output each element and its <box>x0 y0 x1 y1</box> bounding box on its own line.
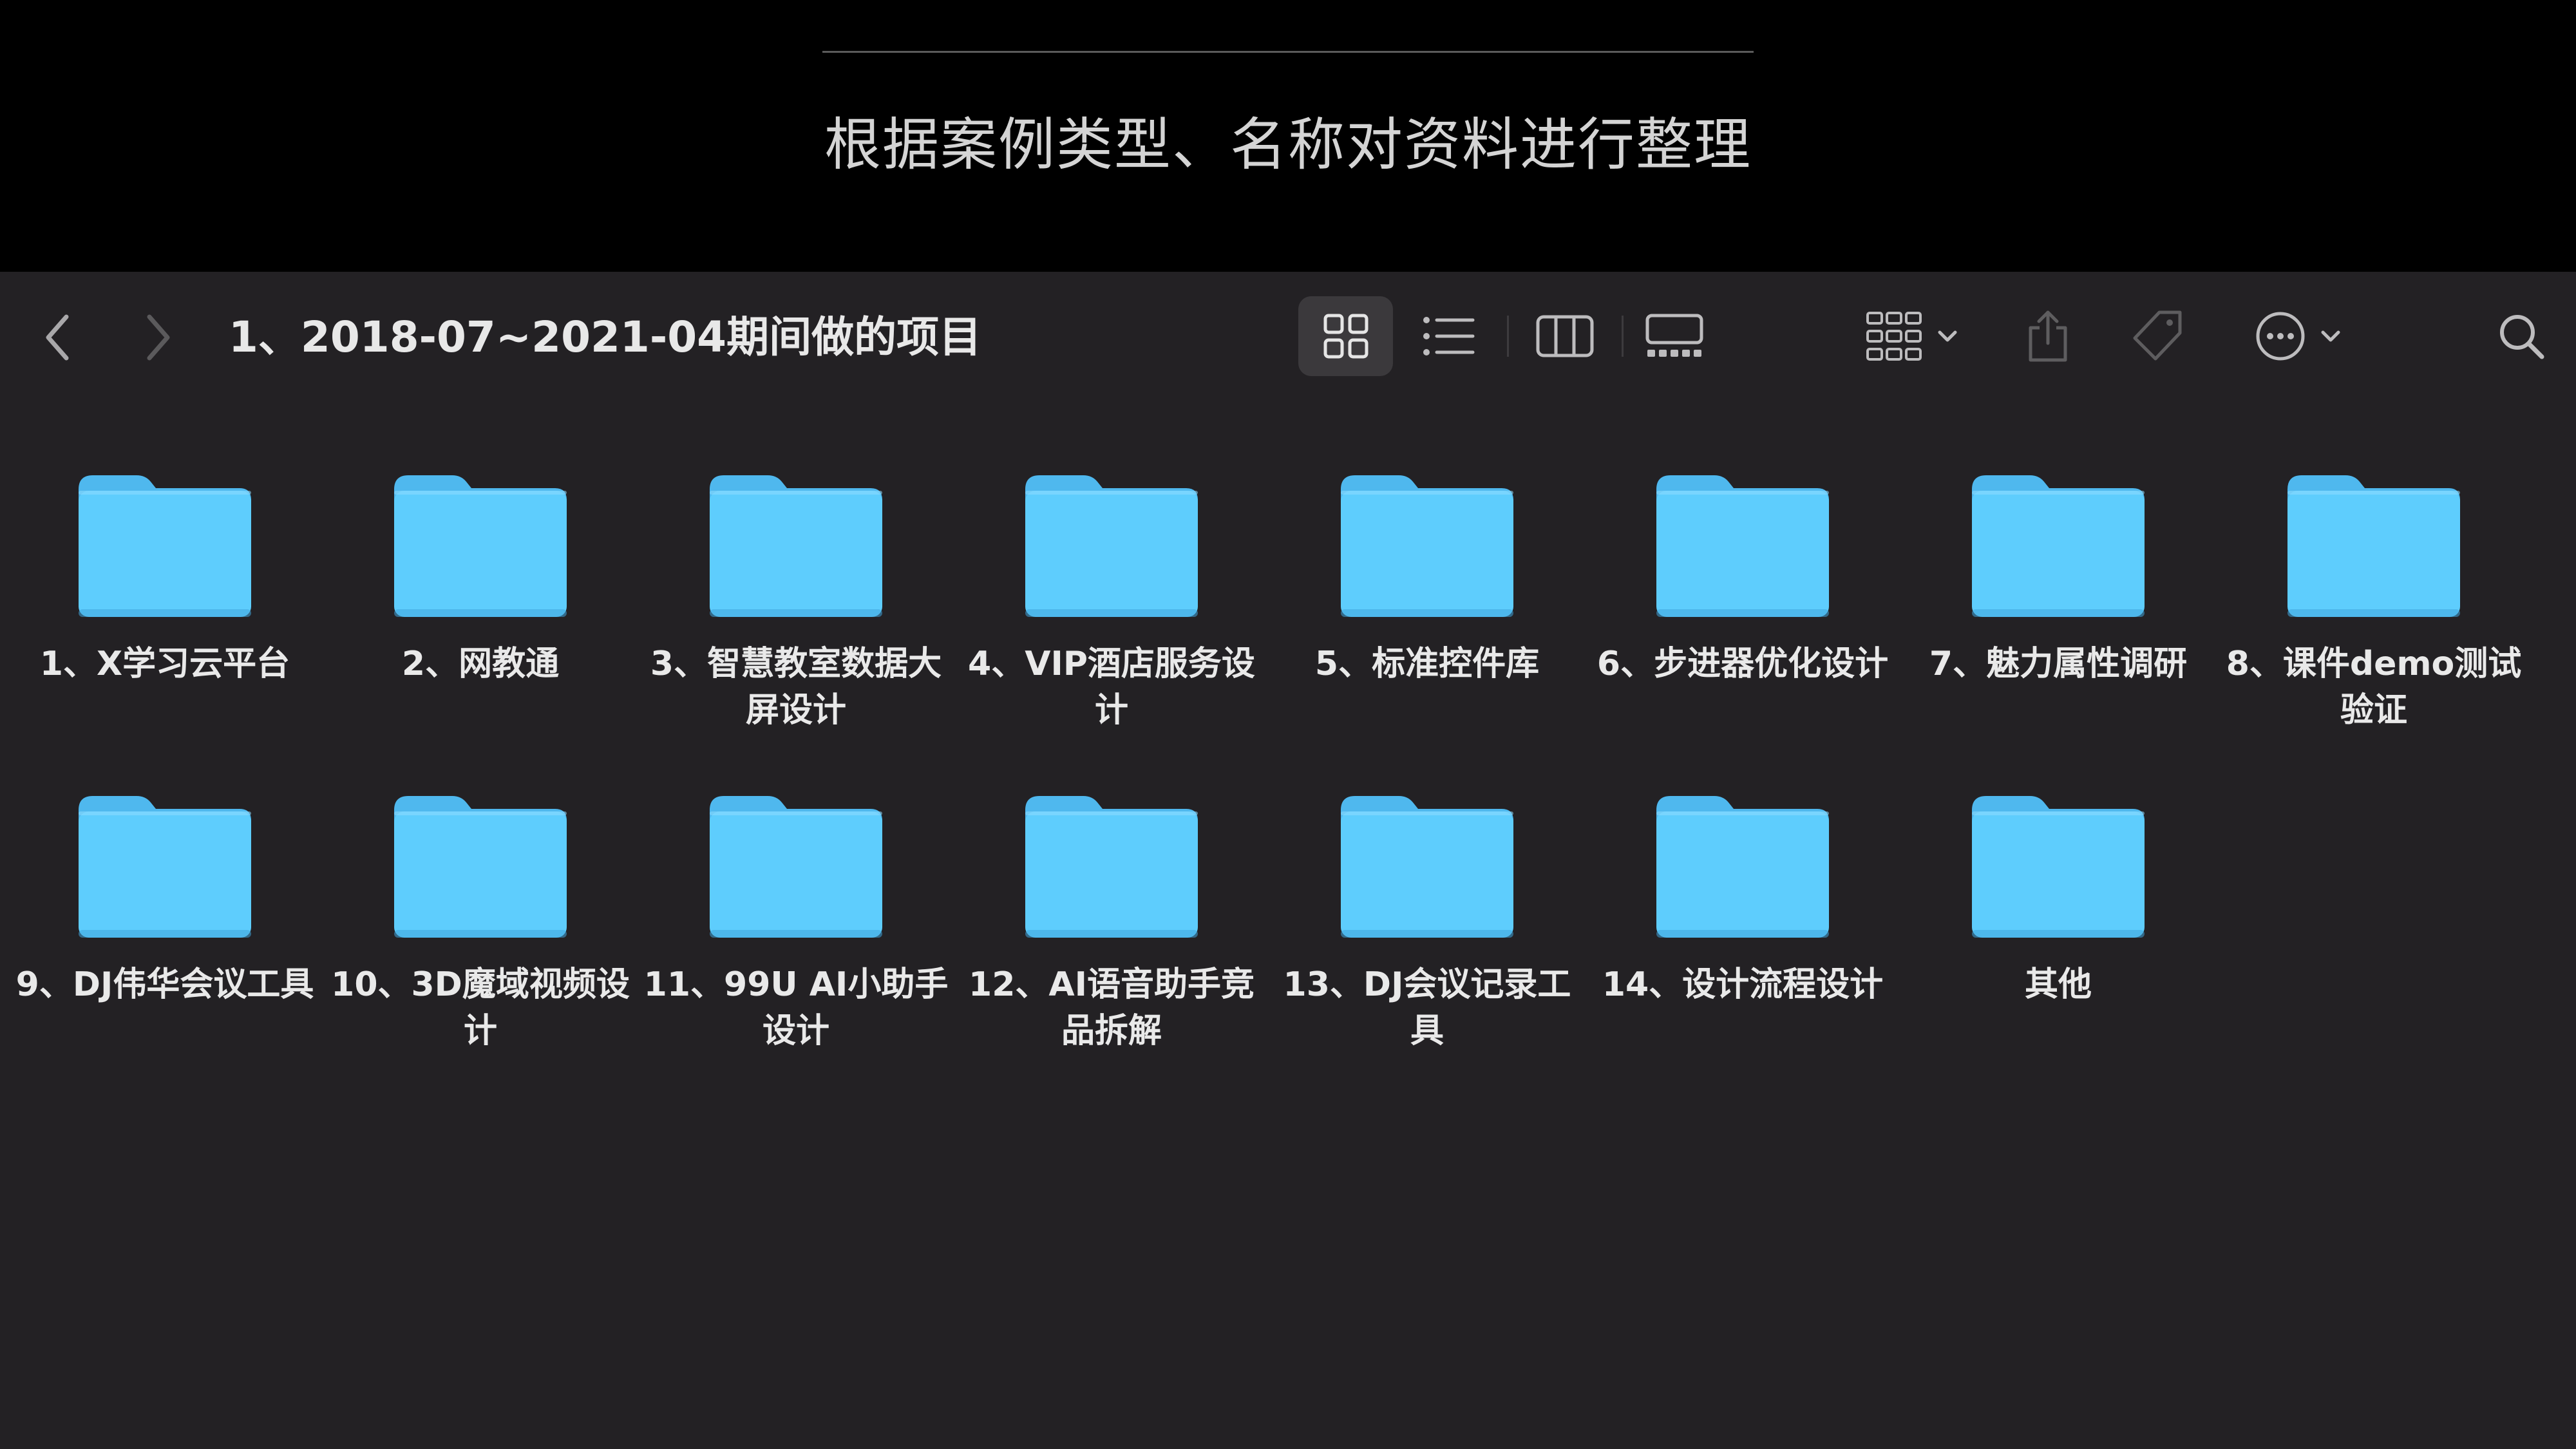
folder-label: 6、步进器优化设计 <box>1596 645 1889 683</box>
folder-icon <box>1972 796 2145 938</box>
folder-item[interactable]: 1、X学习云平台 <box>10 471 319 768</box>
folder-icon <box>79 475 251 617</box>
folder-icon <box>1341 475 1513 617</box>
folder-label: 10、3D魔域视频设计 <box>331 965 630 1050</box>
folder-item[interactable]: 7、魅力属性调研 <box>1904 471 2213 768</box>
folder-label: 9、DJ伟华会议工具 <box>15 965 314 1004</box>
folder-icon <box>710 475 882 617</box>
folder-item[interactable]: 其他 <box>1904 792 2213 1088</box>
folder-label: 4、VIP酒店服务设计 <box>968 645 1255 730</box>
folder-item[interactable]: 10、3D魔域视频设计 <box>326 792 635 1088</box>
folder-item[interactable]: 13、DJ会议记录工具 <box>1273 792 1582 1088</box>
folder-label: 5、标准控件库 <box>1314 645 1540 683</box>
folder-label: 14、设计流程设计 <box>1602 965 1884 1004</box>
folder-item[interactable]: 2、网教通 <box>326 471 635 768</box>
folder-label: 3、智慧教室数据大屏设计 <box>650 645 942 730</box>
folder-label: 7、魅力属性调研 <box>1929 645 2188 683</box>
folder-item[interactable]: 4、VIP酒店服务设计 <box>957 471 1266 768</box>
finder-window: 1、2018-07~2021-04期间做的项目 1、X学习云平台 2、网教通 3… <box>0 272 2576 1449</box>
folder-icon <box>1656 796 1829 938</box>
folder-item[interactable]: 3、智慧教室数据大屏设计 <box>641 471 951 768</box>
folder-icon <box>1025 475 1198 617</box>
folder-label: 1、X学习云平台 <box>39 645 290 683</box>
slide-caption: 根据案例类型、名称对资料进行整理 <box>824 111 1752 178</box>
folder-item[interactable]: 14、设计流程设计 <box>1588 792 1897 1088</box>
folder-label: 12、AI语音助手竞品拆解 <box>969 965 1255 1050</box>
folder-icon <box>2287 475 2460 617</box>
folder-label: 13、DJ会议记录工具 <box>1283 965 1571 1050</box>
folder-label: 8、课件demo测试验证 <box>2226 645 2522 730</box>
folder-icon <box>1025 796 1198 938</box>
folder-icon <box>394 796 567 938</box>
folder-icon <box>1341 796 1513 938</box>
folder-icon <box>1972 475 2145 617</box>
folder-label: 其他 <box>2024 965 2092 1004</box>
folder-item[interactable]: 5、标准控件库 <box>1273 471 1582 768</box>
folder-item[interactable]: 11、99U AI小助手设计 <box>641 792 951 1088</box>
folder-icon <box>1656 475 1829 617</box>
folder-icon <box>710 796 882 938</box>
folder-icon <box>79 796 251 938</box>
folder-item[interactable]: 9、DJ伟华会议工具 <box>10 792 319 1088</box>
header-divider <box>822 51 1754 53</box>
folder-item[interactable]: 6、步进器优化设计 <box>1588 471 1897 768</box>
folder-item[interactable]: 8、课件demo测试验证 <box>2219 471 2528 768</box>
slide-header: 根据案例类型、名称对资料进行整理 <box>0 0 2576 272</box>
folder-label: 11、99U AI小助手设计 <box>643 965 949 1050</box>
folder-icon <box>394 475 567 617</box>
folder-item[interactable]: 12、AI语音助手竞品拆解 <box>957 792 1266 1088</box>
folder-label: 2、网教通 <box>401 645 560 683</box>
folder-grid: 1、X学习云平台 2、网教通 3、智慧教室数据大屏设计 4、VIP酒店服务设计 5、标准… <box>0 272 2576 1449</box>
